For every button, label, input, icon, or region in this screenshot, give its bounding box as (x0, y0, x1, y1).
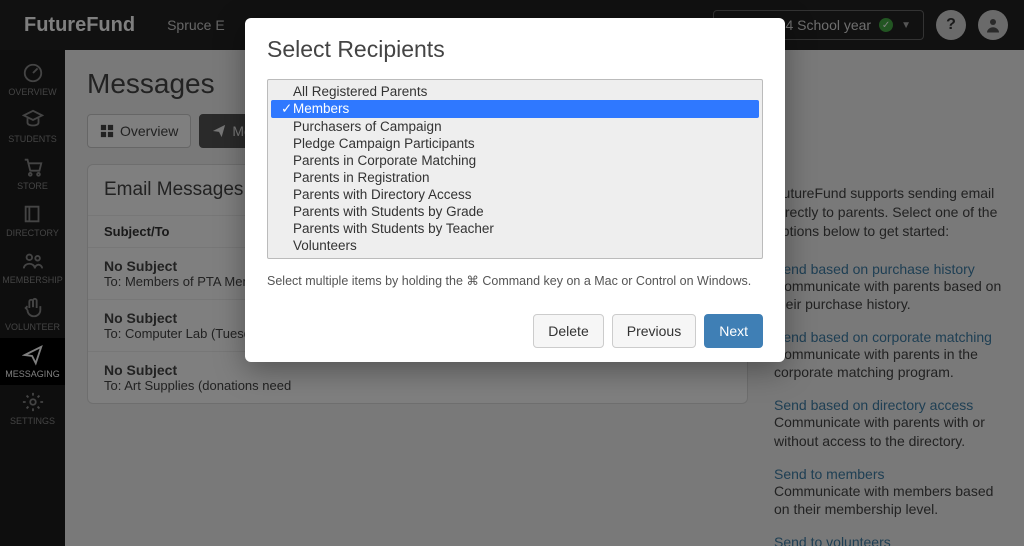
recipient-option[interactable]: All Registered Parents (271, 83, 759, 100)
recipient-option-label: Volunteers (293, 238, 357, 253)
recipient-option-label: Parents in Registration (293, 170, 430, 185)
recipient-option-label: Parents with Directory Access (293, 187, 472, 202)
recipient-option-label: Members (293, 101, 349, 116)
recipient-option[interactable]: Parents with Directory Access (271, 186, 759, 203)
recipient-option-label: Purchasers of Campaign (293, 119, 442, 134)
recipient-option[interactable]: Parents with Students by Grade (271, 203, 759, 220)
recipient-option[interactable]: Parents in Corporate Matching (271, 152, 759, 169)
recipient-option[interactable]: Pledge Campaign Participants (271, 135, 759, 152)
multiselect-hint: Select multiple items by holding the ⌘ C… (267, 273, 763, 288)
select-recipients-modal: Select Recipients All Registered Parents… (245, 18, 785, 362)
recipient-option[interactable]: Parents in Registration (271, 169, 759, 186)
recipient-option[interactable]: Volunteers (271, 237, 759, 254)
recipient-option-label: All Registered Parents (293, 84, 427, 99)
recipients-multiselect[interactable]: All Registered Parents✓MembersPurchasers… (267, 79, 763, 259)
recipient-option-label: Parents with Students by Grade (293, 204, 484, 219)
previous-button[interactable]: Previous (612, 314, 696, 348)
recipient-option[interactable]: ✓Members (271, 100, 759, 118)
recipient-option-label: Parents with Students by Teacher (293, 221, 494, 236)
next-button[interactable]: Next (704, 314, 763, 348)
check-icon: ✓ (281, 101, 293, 117)
modal-title: Select Recipients (267, 36, 763, 63)
delete-button[interactable]: Delete (533, 314, 603, 348)
recipient-option-label: Pledge Campaign Participants (293, 136, 475, 151)
recipient-option-label: Parents in Corporate Matching (293, 153, 476, 168)
recipient-option[interactable]: Purchasers of Campaign (271, 118, 759, 135)
recipient-option[interactable]: Parents with Students by Teacher (271, 220, 759, 237)
